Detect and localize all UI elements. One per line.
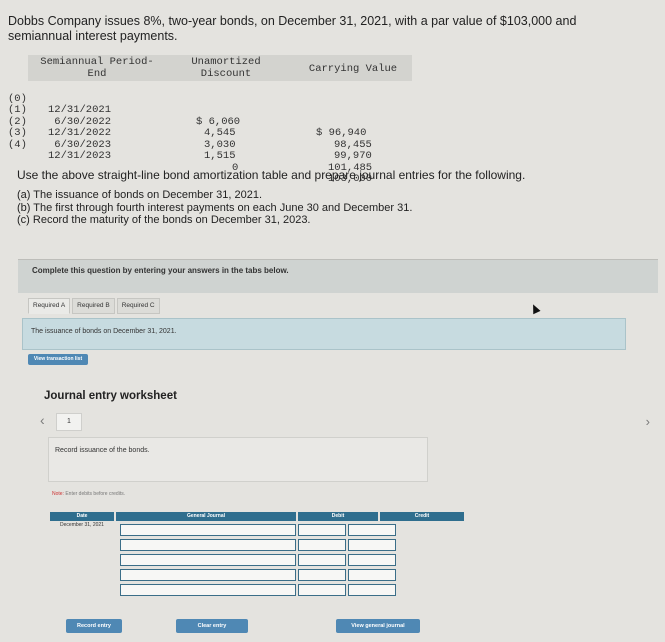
problem-line-1: Dobbs Company issues 8%, two-year bonds,… [8,14,577,28]
account-select[interactable] [120,569,296,581]
previous-arrow-icon[interactable]: ‹ [40,412,45,428]
credit-column-header: Credit [380,512,464,521]
table-row: (4) 12/31/2023 0 103,000 [8,128,408,185]
instruction-banner: Complete this question by entering your … [18,259,658,293]
record-entry-button[interactable]: Record entry [66,619,122,633]
view-transaction-list-label: View transaction list [33,356,83,362]
part-c: (c) Record the maturity of the bonds on … [17,214,311,226]
period-header: Semiannual Period- End [32,56,162,80]
debit-column-header: Debit [298,512,378,521]
part-a: (a) The issuance of bonds on December 31… [17,189,263,201]
worksheet-nav: ‹ › [40,412,650,432]
account-select[interactable] [120,539,296,551]
row-date: 12/31/2023 [48,150,112,162]
table-row: (0) 12/31/2021 $ 6,060 $ 96,940 [8,82,408,139]
carrying-header: Carrying Value [308,63,398,75]
general-journal-column-header: General Journal [116,512,296,521]
row-discount: 1,515 [204,150,236,162]
credit-input[interactable] [348,524,396,536]
tab-required-a[interactable]: Required A [28,298,71,314]
debit-input[interactable] [298,584,346,596]
banner-text: Complete this question by entering your … [32,266,289,275]
entry-description-card: Record issuance of the bonds. [48,437,428,482]
note-prefix: Note: [52,491,64,497]
problem-line-2: semiannual interest payments. [8,29,178,43]
problem-statement: Dobbs Company issues 8%, two-year bonds,… [8,14,648,44]
required-tabs: Required A Required B Required C [28,298,162,314]
subquestion-panel: The issuance of bonds on December 31, 20… [22,318,626,350]
parts-list: (a) The issuance of bonds on December 31… [17,189,412,227]
date-cell: December 31, 2021 [60,522,104,528]
account-select[interactable] [120,524,296,536]
view-general-journal-button[interactable]: View general journal [336,619,420,633]
table-row: (2) 12/31/2022 3,030 99,970 [8,105,408,162]
mouse-cursor-icon [529,302,541,315]
next-arrow-icon[interactable]: › [646,414,650,429]
credit-input[interactable] [348,554,396,566]
debit-input[interactable] [298,569,346,581]
entry-note: Note: Enter debits before credits. [52,491,125,497]
part-b: (b) The first through fourth interest pa… [17,201,413,214]
discount-header-line1: Unamortized [191,56,261,68]
account-select[interactable] [120,584,296,596]
row-index: (4) [8,138,27,151]
page-number[interactable]: 1 [56,413,82,431]
entry-description: Record issuance of the bonds. [55,447,150,454]
discount-header-line2: Discount [200,67,252,80]
instructions-text: Use the above straight-line bond amortiz… [17,168,526,182]
clear-entry-button[interactable]: Clear entry [176,619,248,633]
worksheet-title: Journal entry worksheet [44,390,177,402]
debit-input[interactable] [298,554,346,566]
credit-input[interactable] [348,584,396,596]
debit-input[interactable] [298,524,346,536]
row-carrying: 99,970 [334,150,372,162]
tab-required-b[interactable]: Required B [72,298,115,314]
table-row: (1) 6/30/2022 4,545 98,455 [8,94,408,150]
subquestion-text: The issuance of bonds on December 31, 20… [31,328,177,335]
discount-header: Unamortized Discount [186,56,266,80]
view-transaction-list-button[interactable]: View transaction list [28,354,88,365]
date-column-header: Date [50,512,114,521]
note-text: Enter debits before credits. [63,491,126,497]
credit-input[interactable] [348,539,396,551]
table-row: (3) 6/30/2023 1,515 101,485 [8,117,408,173]
page-number-label: 1 [67,418,71,425]
account-select[interactable] [120,554,296,566]
credit-input[interactable] [348,569,396,581]
period-header-line2: End [87,67,107,80]
period-header-line1: Semiannual Period- [40,56,154,68]
debit-input[interactable] [298,539,346,551]
journal-entry-grid: Date General Journal Debit Credit Decemb… [50,512,466,606]
tab-required-c[interactable]: Required C [116,298,160,314]
